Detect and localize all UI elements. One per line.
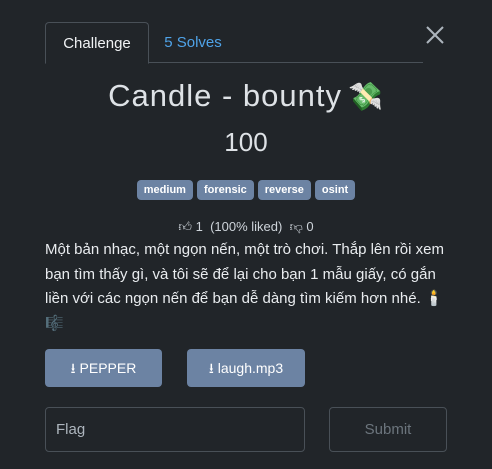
- dislike-count: 0: [306, 219, 314, 234]
- flag-input[interactable]: Flag: [45, 407, 305, 452]
- tag-badge: medium: [136, 180, 193, 200]
- challenge-tabs: Challenge 5 Solves: [45, 22, 423, 64]
- tab-challenge[interactable]: Challenge: [45, 22, 149, 64]
- tag-badge: forensic: [196, 180, 254, 200]
- thumbs-down-icon[interactable]: 👎︎: [290, 220, 303, 235]
- challenge-tags: medium forensic reverse osint: [0, 180, 492, 200]
- challenge-modal: Challenge 5 Solves Candle - bounty 💸 100 …: [0, 0, 492, 469]
- file-label: PEPPER: [79, 360, 137, 376]
- thumbs-up-icon[interactable]: 👍︎: [178, 220, 192, 235]
- tag-badge: osint: [314, 180, 356, 200]
- challenge-title: Candle - bounty 💸: [0, 78, 492, 114]
- file-label: laugh.mp3: [217, 360, 284, 376]
- liked-percentage: (100% liked): [210, 219, 283, 234]
- download-file-button[interactable]: ⭳ PEPPER: [45, 349, 162, 387]
- tag-badge: reverse: [257, 180, 311, 200]
- download-file-button[interactable]: ⭳ laugh.mp3: [187, 349, 305, 387]
- challenge-points: 100: [224, 127, 268, 157]
- close-button[interactable]: [424, 24, 446, 46]
- vote-bar: 👍︎ 1 (100% liked) 👎︎ 0: [0, 219, 492, 235]
- tab-solves[interactable]: 5 Solves: [157, 22, 229, 64]
- download-icon: ⭳: [208, 361, 214, 377]
- close-icon: [426, 26, 444, 44]
- download-icon: ⭳: [70, 361, 76, 377]
- submit-button[interactable]: Submit: [329, 407, 447, 452]
- challenge-description: Một bản nhạc, một ngọn nến, một trò chơi…: [45, 241, 444, 332]
- money-with-wings-icon: 💸: [348, 80, 384, 113]
- challenge-name: Candle - bounty: [108, 78, 342, 113]
- like-count: 1: [195, 219, 203, 234]
